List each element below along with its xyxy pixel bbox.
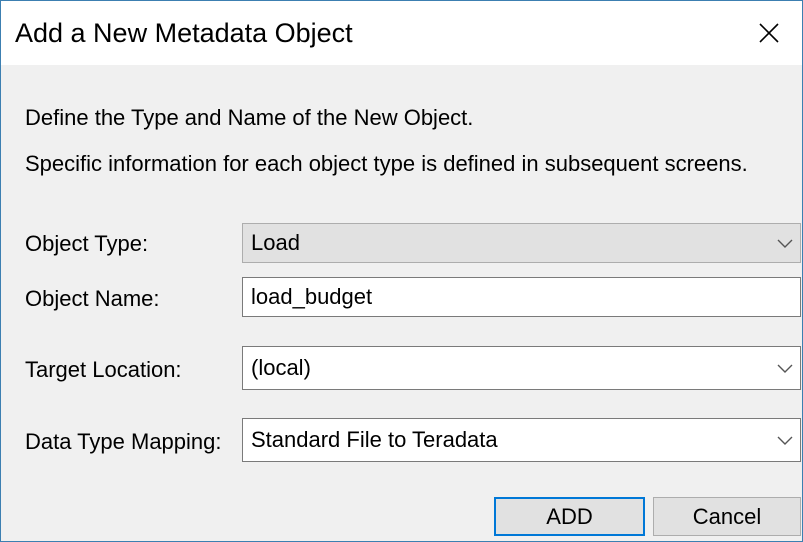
title-bar: Add a New Metadata Object: [1, 1, 802, 65]
object-type-value: Load: [251, 230, 300, 255]
object-name-value: load_budget: [251, 284, 373, 309]
chevron-down-icon: [777, 239, 793, 248]
data-type-mapping-label: Data Type Mapping:: [25, 429, 222, 454]
chevron-down-icon: [777, 364, 793, 373]
cancel-button[interactable]: Cancel: [653, 497, 801, 536]
dialog-title: Add a New Metadata Object: [15, 18, 353, 48]
target-location-combobox[interactable]: (local): [242, 346, 801, 390]
intro-text-line-1: Define the Type and Name of the New Obje…: [25, 105, 474, 130]
target-location-label: Target Location:: [25, 357, 182, 382]
close-icon: [759, 23, 779, 43]
chevron-down-icon: [777, 436, 793, 445]
add-metadata-object-dialog: Add a New Metadata Object Define the Typ…: [0, 0, 803, 542]
object-name-input[interactable]: load_budget: [242, 277, 801, 317]
data-type-mapping-value: Standard File to Teradata: [251, 427, 498, 452]
intro-text-line-2: Specific information for each object typ…: [25, 151, 748, 176]
target-location-value: (local): [251, 355, 311, 380]
object-name-label: Object Name:: [25, 286, 160, 311]
object-type-label: Object Type:: [25, 231, 149, 256]
data-type-mapping-combobox[interactable]: Standard File to Teradata: [242, 418, 801, 462]
object-type-dropdown[interactable]: Load: [242, 223, 801, 263]
close-button[interactable]: [736, 1, 802, 65]
add-button[interactable]: ADD: [494, 497, 645, 536]
